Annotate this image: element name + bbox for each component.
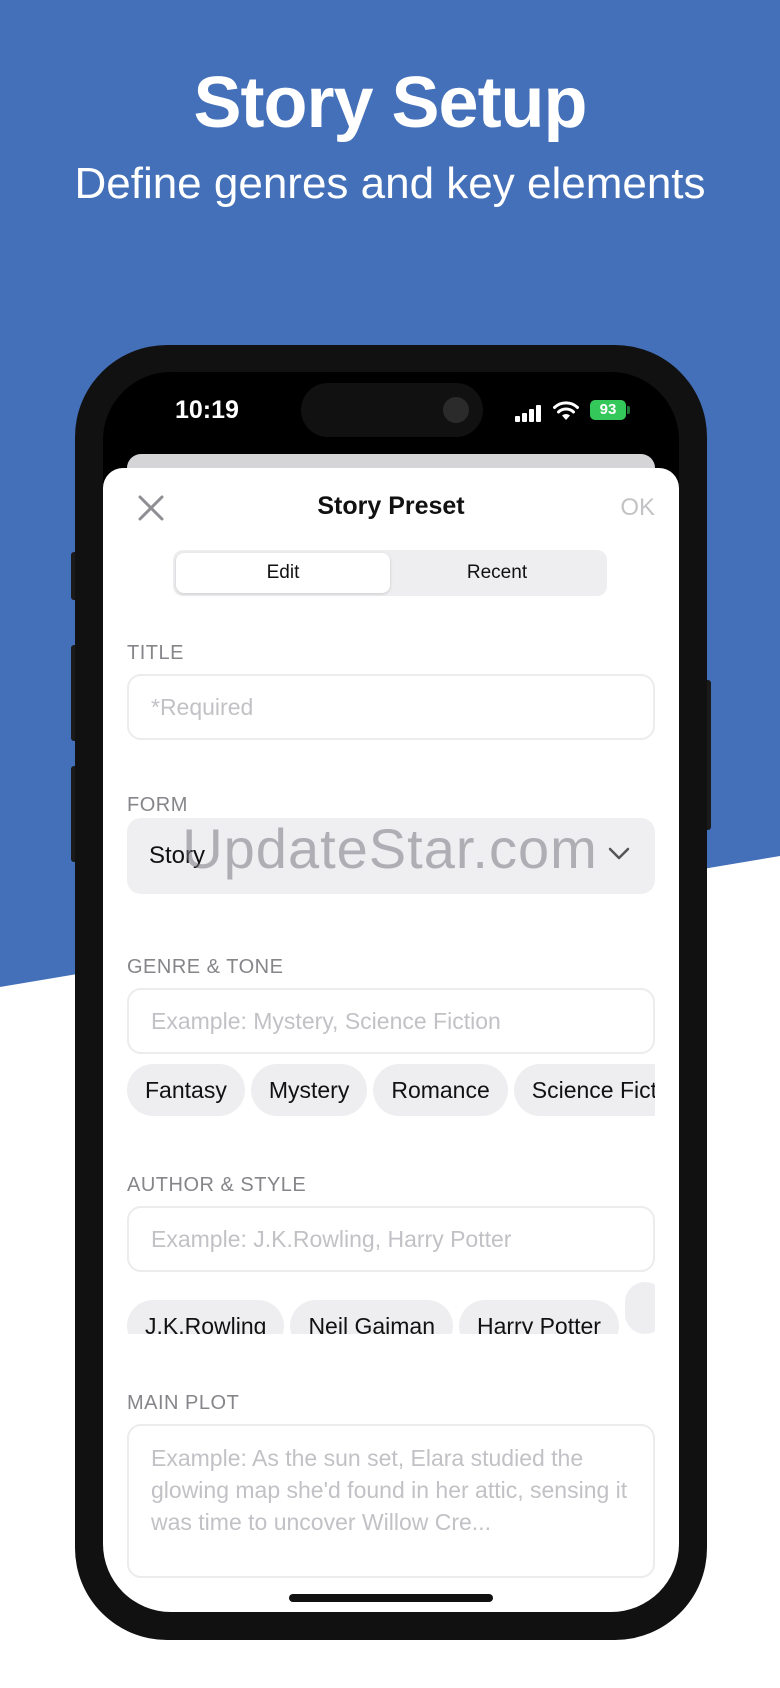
chip-neil-gaiman[interactable]: Neil Gaiman xyxy=(290,1300,453,1334)
genre-label: GENRE & TONE xyxy=(127,956,284,978)
tab-edit[interactable]: Edit xyxy=(176,553,390,593)
watermark: UpdateStar.com xyxy=(182,817,598,880)
tab-recent[interactable]: Recent xyxy=(390,553,604,593)
headline: Story Setup Define genres and key elemen… xyxy=(0,60,780,214)
title-label: TITLE xyxy=(127,642,184,664)
dynamic-island xyxy=(301,383,483,437)
chip-science-fiction[interactable]: Science Fiction xyxy=(513,1064,655,1116)
status-time: 10:19 xyxy=(175,396,239,424)
nav-bar: Story Preset OK xyxy=(103,468,679,548)
battery-nub xyxy=(627,406,630,414)
battery-level: 93 xyxy=(599,401,617,418)
nav-title: Story Preset xyxy=(317,492,465,520)
cellular-signal-icon xyxy=(515,404,545,422)
form-label: FORM xyxy=(127,794,188,816)
status-bar: 10:19 93 xyxy=(103,372,679,452)
ok-button[interactable]: OK xyxy=(620,494,655,522)
author-chips: J.K.Rowling Neil Gaiman Harry Potter xyxy=(127,1282,655,1334)
headline-subtitle: Define genres and key elements xyxy=(74,159,706,208)
chip-harry-potter[interactable]: Harry Potter xyxy=(458,1300,619,1334)
battery-icon: 93 xyxy=(590,400,626,420)
headline-title: Story Setup xyxy=(193,63,587,143)
home-indicator xyxy=(289,1594,493,1602)
wifi-icon xyxy=(553,401,579,420)
chip-more[interactable] xyxy=(624,1282,655,1334)
plot-label: MAIN PLOT xyxy=(127,1392,240,1414)
title-input[interactable]: *Required xyxy=(127,674,655,740)
camera-icon xyxy=(443,397,469,423)
chip-mystery[interactable]: Mystery xyxy=(250,1064,368,1116)
plot-placeholder: Example: As the sun set, Elara studied t… xyxy=(151,1445,628,1535)
author-label: AUTHOR & STYLE xyxy=(127,1174,307,1196)
chip-jk-rowling[interactable]: J.K.Rowling xyxy=(127,1300,285,1334)
chip-fantasy[interactable]: Fantasy xyxy=(127,1064,245,1116)
phone-screen: 10:19 93 Story Preset OK Edit Recent TIT… xyxy=(103,372,679,1612)
chip-romance[interactable]: Romance xyxy=(373,1064,508,1116)
genre-chips: FantasyMysteryRomanceScience Fiction xyxy=(127,1064,655,1116)
segmented-control: Edit Recent xyxy=(173,550,607,596)
plot-textarea[interactable]: Example: As the sun set, Elara studied t… xyxy=(127,1424,655,1578)
story-preset-sheet: Story Preset OK Edit Recent TITLE *Requi… xyxy=(103,468,679,1612)
genre-input[interactable]: Example: Mystery, Science Fiction xyxy=(127,988,655,1054)
author-input[interactable]: Example: J.K.Rowling, Harry Potter xyxy=(127,1206,655,1272)
